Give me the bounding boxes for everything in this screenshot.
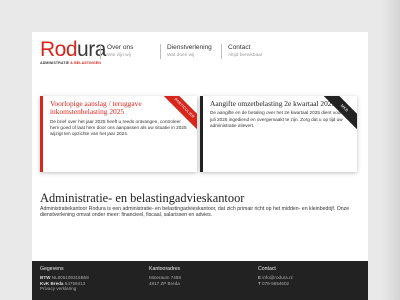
privacy-link[interactable]: Privacy verklaring <box>40 286 89 292</box>
card-title: Voorlopige aanslag / teruggave inkomsten… <box>50 99 142 117</box>
nav-label: Dienstverlening <box>167 44 212 51</box>
nav-label: Contact <box>228 44 251 51</box>
nav-item-contact[interactable]: Contact Altijd bereikbaar <box>221 44 281 59</box>
email-label: E <box>258 275 262 280</box>
nav-sublabel: Wat doen wij <box>167 53 195 58</box>
footer-column-title: Contact <box>258 266 276 272</box>
footer: Gegevens BTW NL805109315B58 KvK Breda 54… <box>32 261 368 300</box>
nav-item-dienstverlening[interactable]: Dienstverlening Wat doen wij <box>160 44 221 59</box>
email-value: info@rodura.nl <box>262 275 293 280</box>
address-city: 4817 ZP Breda <box>149 280 180 286</box>
footer-contact: Contact E info@rodura.nl T 076-5654602 <box>258 266 293 286</box>
nav-sublabel: Altijd bereikbaar <box>228 53 263 58</box>
logo[interactable]: Rodura ADMINISTRATIE & BELASTINGEN <box>40 38 106 65</box>
news-card-particulier[interactable]: PARTICULIER Voorlopige aanslag / terugga… <box>40 96 197 172</box>
scrollbar-shadow <box>382 0 400 300</box>
phone-line[interactable]: T 076-5654602 <box>258 281 293 287</box>
nav-sublabel: Wie zijn wij <box>107 53 131 58</box>
footer-kantooradres: Kantooradres Mineraum 7458 4817 ZP Breda <box>149 266 181 286</box>
phone-label: T <box>258 280 261 286</box>
news-card-mkb[interactable]: MKB Aangifte omzetbelasting 2e kwartaal … <box>200 96 357 172</box>
nav-label: Over ons <box>107 44 134 51</box>
card-body: De brief over het jaar 2025 heeft u reed… <box>50 118 187 136</box>
phone-value: 076-5654602 <box>262 280 290 286</box>
logo-tag-red: & BELASTINGEN <box>70 61 101 65</box>
logo-tag-dark: ADMINISTRATIE <box>40 61 70 65</box>
address-street: Mineraum 7458 <box>149 275 181 280</box>
footer-column-title: Kantooradres <box>149 266 181 272</box>
intro-paragraph: Administratiekantoor Rodura is een admin… <box>40 206 350 219</box>
card-body: De aangifte en de betaling over het 2e k… <box>210 110 349 128</box>
btw-label: BTW <box>40 275 51 280</box>
kvk-label: KvK Breda <box>40 280 64 286</box>
btw-value: NL805109315B58 <box>51 275 89 280</box>
nav-item-over-ons[interactable]: Over ons Wie zijn wij <box>100 44 160 59</box>
logo-word-red: Rod <box>40 38 78 61</box>
kvk-value: 54759413 <box>64 280 86 286</box>
logo-tagline: ADMINISTRATIE & BELASTINGEN <box>40 61 106 65</box>
logo-wordmark: Rodura <box>40 38 106 61</box>
main-navigation: Over ons Wie zijn wij Dienstverlening Wa… <box>100 44 281 59</box>
page-heading: Administratie- en belastingadvieskantoor <box>40 191 245 205</box>
footer-column-title: Gegevens <box>40 266 64 272</box>
footer-gegevens: Gegevens BTW NL805109315B58 KvK Breda 54… <box>40 266 89 292</box>
